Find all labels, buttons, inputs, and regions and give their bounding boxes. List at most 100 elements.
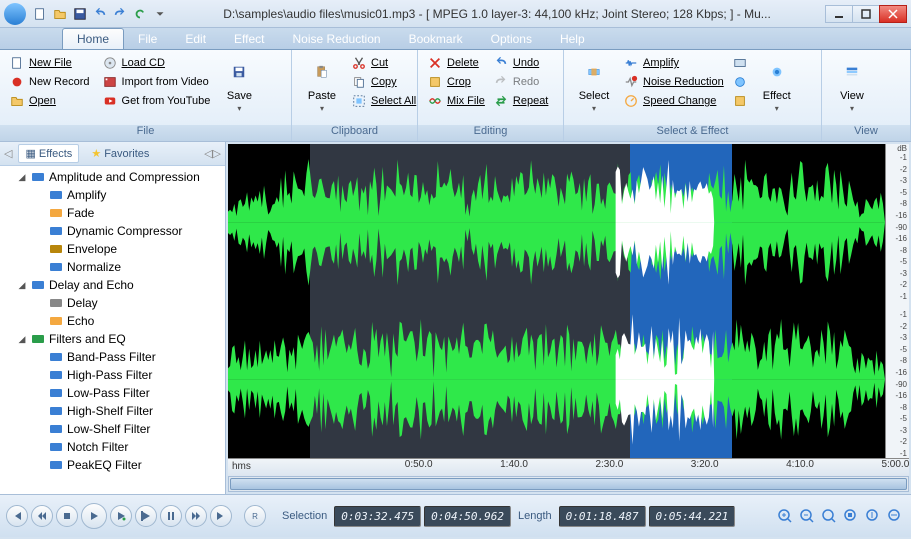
tab-home[interactable]: Home [62, 28, 124, 49]
speed-change-button[interactable]: Speed Change [620, 92, 727, 110]
qat-dropdown-icon[interactable] [152, 6, 168, 22]
ribbon-extra-1[interactable] [729, 54, 751, 72]
play-loop-button[interactable] [110, 505, 132, 527]
sidebar-tab-effects[interactable]: ▦Effects [18, 144, 79, 163]
ribbon-extra-2[interactable] [729, 73, 751, 91]
skip-end-button[interactable] [210, 505, 232, 527]
maximize-button[interactable] [852, 5, 880, 23]
new-record-button[interactable]: New Record [6, 73, 93, 91]
tree-node-peakeq-filter[interactable]: PeakEQ Filter [0, 456, 225, 474]
redo-button[interactable]: Redo [490, 73, 551, 91]
length-total-value: 0:05:44.221 [649, 506, 736, 527]
copy-button[interactable]: Copy [348, 73, 419, 91]
undo-button[interactable]: Undo [490, 54, 551, 72]
view-button[interactable]: View▾ [828, 54, 876, 115]
tab-edit[interactable]: Edit [171, 29, 220, 49]
zoom-selection-button[interactable] [841, 506, 861, 526]
favorites-tab-label: Favorites [104, 148, 149, 160]
tab-help[interactable]: Help [546, 29, 599, 49]
play-selection-button[interactable] [135, 505, 157, 527]
minimize-button[interactable] [825, 5, 853, 23]
horizontal-scrollbar[interactable] [228, 476, 909, 492]
tree-node-fade[interactable]: Fade [0, 204, 225, 222]
forward-button[interactable] [185, 505, 207, 527]
amplify-button[interactable]: Amplify [620, 54, 727, 72]
tab-noise-reduction[interactable]: Noise Reduction [279, 29, 395, 49]
tab-effect[interactable]: Effect [220, 29, 278, 49]
tree-node-amplitude-and-compression[interactable]: ◢Amplitude and Compression [0, 168, 225, 186]
qat-open-icon[interactable] [52, 6, 68, 22]
tree-node-delay[interactable]: Delay [0, 294, 225, 312]
repeat-button[interactable]: Repeat [490, 92, 551, 110]
repeat-label: Repeat [513, 95, 548, 107]
ribbon-select-effect-label: Select & Effect [564, 125, 821, 141]
qat-new-icon[interactable] [32, 6, 48, 22]
record-button[interactable]: R [244, 505, 266, 527]
qat-redo-icon[interactable] [112, 6, 128, 22]
tab-options[interactable]: Options [477, 29, 546, 49]
extra-icon-3 [732, 93, 748, 109]
tree-node-high-shelf-filter[interactable]: High-Shelf Filter [0, 402, 225, 420]
rewind-button[interactable] [31, 505, 53, 527]
selection-start-value: 0:03:32.475 [334, 506, 421, 527]
copy-label: Copy [371, 76, 397, 88]
save-button[interactable]: Save▾ [215, 54, 263, 115]
tree-node-normalize[interactable]: Normalize [0, 258, 225, 276]
timeline[interactable]: hms 0:50.01:40.02:30.03:20.04:10.05:00.0 [228, 458, 909, 476]
tree-node-low-pass-filter[interactable]: Low-Pass Filter [0, 384, 225, 402]
close-button[interactable] [879, 5, 907, 23]
ribbon-file-label: File [0, 125, 291, 141]
play-button[interactable] [81, 503, 107, 529]
load-cd-button[interactable]: Load CD [99, 54, 214, 72]
tree-node-high-pass-filter[interactable]: High-Pass Filter [0, 366, 225, 384]
app-orb[interactable] [4, 3, 26, 25]
zoom-in-button[interactable] [775, 506, 795, 526]
qat-save-icon[interactable] [72, 6, 88, 22]
ribbon-extra-3[interactable] [729, 92, 751, 110]
sidebar-tab-favorites[interactable]: ★Favorites [85, 145, 155, 162]
tree-node-amplify[interactable]: Amplify [0, 186, 225, 204]
pause-button[interactable] [160, 505, 182, 527]
select-all-button[interactable]: Select All [348, 92, 419, 110]
tree-node-envelope[interactable]: Envelope [0, 240, 225, 258]
youtube-icon [102, 93, 118, 109]
zoom-out-button[interactable] [797, 506, 817, 526]
paste-button[interactable]: Paste▾ [298, 54, 346, 115]
tab-file[interactable]: File [124, 29, 171, 49]
tab-bookmark[interactable]: Bookmark [395, 29, 477, 49]
skip-start-button[interactable] [6, 505, 28, 527]
ribbon-group-file: New File New Record Open Load CD Import … [0, 50, 292, 141]
waveform-pane[interactable]: dB -1-2-3-5-8-16-90-16-8-5-3-2-1-1-2-3-5… [228, 144, 909, 458]
tree-node-delay-and-echo[interactable]: ◢Delay and Echo [0, 276, 225, 294]
window-title: D:\samples\audio files\music01.mp3 - [ M… [168, 7, 826, 21]
noise-reduction-button[interactable]: Noise Reduction [620, 73, 727, 91]
import-video-button[interactable]: Import from Video [99, 73, 214, 91]
tree-node-echo[interactable]: Echo [0, 312, 225, 330]
tree-node-notch-filter[interactable]: Notch Filter [0, 438, 225, 456]
qat-undo-icon[interactable] [92, 6, 108, 22]
title-bar: D:\samples\audio files\music01.mp3 - [ M… [0, 0, 911, 28]
qat-refresh-icon[interactable] [132, 6, 148, 22]
zoom-fit-button[interactable] [819, 506, 839, 526]
mix-icon [427, 93, 443, 109]
crop-button[interactable]: Crop [424, 73, 488, 91]
youtube-button[interactable]: Get from YouTube [99, 92, 214, 110]
tree-node-band-pass-filter[interactable]: Band-Pass Filter [0, 348, 225, 366]
tree-node-dynamic-compressor[interactable]: Dynamic Compressor [0, 222, 225, 240]
waveform-area: dB -1-2-3-5-8-16-90-16-8-5-3-2-1-1-2-3-5… [226, 142, 911, 494]
zoom-vertical-out-button[interactable] [885, 506, 905, 526]
open-button[interactable]: Open [6, 92, 93, 110]
cut-button[interactable]: Cut [348, 54, 419, 72]
effect-button[interactable]: Effect▾ [753, 54, 801, 115]
select-icon [578, 56, 610, 88]
zoom-vertical-in-button[interactable] [863, 506, 883, 526]
new-file-button[interactable]: New File [6, 54, 93, 72]
stop-button[interactable] [56, 505, 78, 527]
mix-file-button[interactable]: Mix File [424, 92, 488, 110]
tree-node-low-shelf-filter[interactable]: Low-Shelf Filter [0, 420, 225, 438]
delete-button[interactable]: Delete [424, 54, 488, 72]
scrollbar-thumb[interactable] [230, 478, 907, 490]
select-button[interactable]: Select▾ [570, 54, 618, 115]
tree-node-filters-and-eq[interactable]: ◢Filters and EQ [0, 330, 225, 348]
effects-tree[interactable]: ◢Amplitude and CompressionAmplifyFadeDyn… [0, 166, 225, 494]
